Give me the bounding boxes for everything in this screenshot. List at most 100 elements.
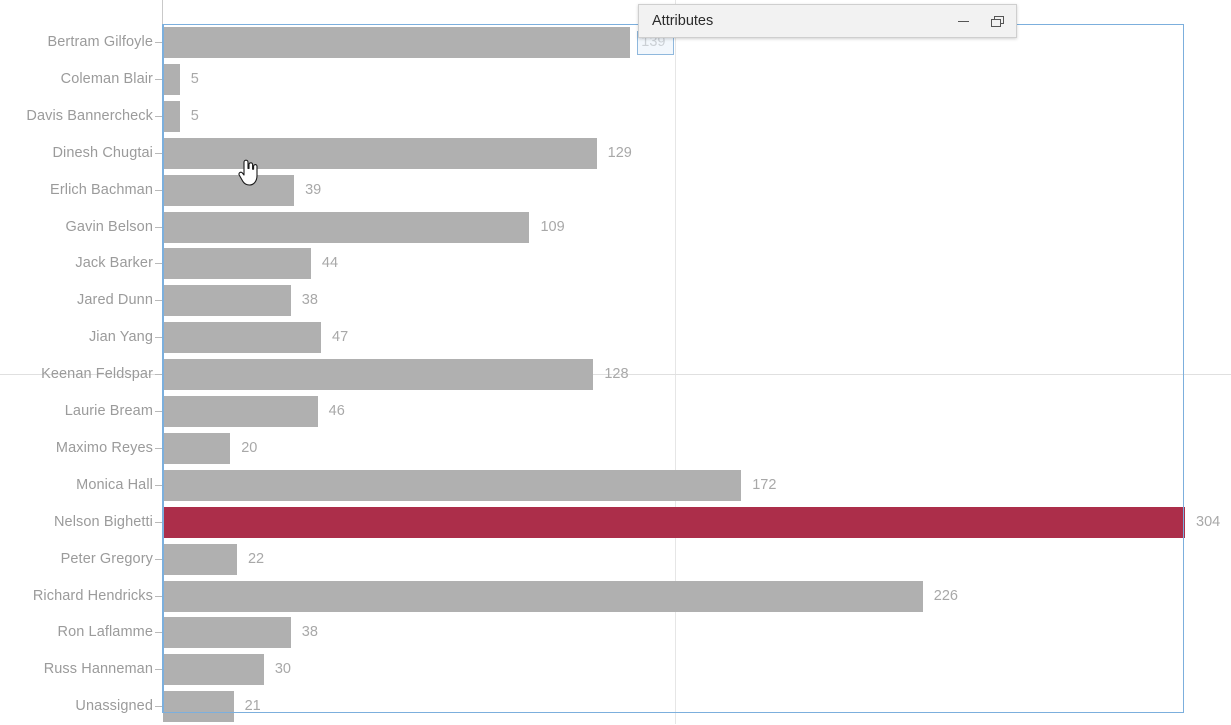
axis-tick	[155, 484, 162, 486]
restore-window-icon[interactable]	[986, 10, 1008, 32]
bar-value-label: 47	[332, 329, 349, 346]
axis-tick	[155, 374, 162, 376]
bar-value-label: 5	[190, 107, 199, 124]
axis-tick	[155, 521, 162, 523]
bar[interactable]	[163, 211, 530, 243]
bar-row[interactable]: Russ Hanneman 30	[0, 651, 1231, 688]
bar[interactable]	[163, 543, 237, 575]
bar-row[interactable]: Monica Hall 172	[0, 467, 1231, 504]
attributes-window-title: Attributes	[652, 13, 714, 29]
bar[interactable]	[163, 654, 264, 686]
axis-tick	[155, 632, 162, 634]
category-label: Unassigned	[75, 698, 153, 715]
category-label: Gavin Belson	[65, 218, 153, 235]
bar-row[interactable]: Bertram Gilfoyle139	[0, 24, 1231, 61]
bar[interactable]	[163, 322, 321, 354]
bar-row[interactable]: Richard Hendricks 226	[0, 578, 1231, 615]
bar-value-label: 46	[328, 403, 345, 419]
bar[interactable]	[163, 432, 231, 464]
bar-value-label: 20	[241, 439, 258, 456]
attributes-window[interactable]: Attributes	[638, 4, 1017, 38]
bar[interactable]	[163, 174, 295, 206]
window-controls[interactable]	[952, 5, 1008, 37]
axis-tick	[155, 78, 162, 80]
category-label: Bertram Gilfoyle	[47, 34, 153, 50]
category-label: Ron Laflamme	[57, 624, 153, 641]
category-label: Jian Yang	[88, 329, 153, 346]
category-label: Coleman Blair	[60, 70, 153, 87]
bar[interactable]	[163, 469, 742, 501]
axis-tick	[155, 595, 162, 597]
bar-row[interactable]: Erlich Bachman 39	[0, 172, 1231, 209]
axis-tick	[155, 558, 162, 560]
axis-tick	[155, 152, 162, 154]
bar-row[interactable]: Nelson Bighetti 304	[0, 504, 1231, 541]
category-label: Richard Hendricks	[32, 587, 153, 604]
category-label: Russ Hanneman	[43, 661, 153, 678]
bar-row[interactable]: Dinesh Chugtai 129	[0, 135, 1231, 172]
bar-value-label: 30	[274, 661, 291, 678]
category-label: Jared Dunn	[77, 292, 153, 309]
bar[interactable]	[163, 137, 597, 169]
category-label: Monica Hall	[76, 476, 153, 493]
bar[interactable]	[163, 63, 180, 95]
axis-tick	[155, 226, 162, 228]
bar[interactable]	[163, 285, 291, 317]
bar-value-label: 304	[1196, 513, 1221, 530]
bar-row[interactable]: Maximo Reyes 20	[0, 430, 1231, 467]
bar-value-label: 39	[305, 181, 322, 198]
bar-value-label: 129	[607, 144, 632, 161]
bar[interactable]	[163, 396, 318, 427]
axis-tick	[155, 300, 162, 302]
axis-tick	[155, 42, 162, 43]
minimize-glyph	[957, 20, 969, 22]
bar-row[interactable]: Unassigned 21	[0, 688, 1231, 725]
minimize-icon[interactable]	[952, 10, 974, 32]
bar-row[interactable]: Jared Dunn 38	[0, 282, 1231, 319]
bar-value-label: 44	[321, 255, 339, 272]
bar[interactable]	[163, 100, 180, 132]
axis-tick	[155, 447, 162, 449]
bar-row[interactable]: Jack Barker 44	[0, 245, 1231, 282]
bar-chart[interactable]: Bertram Gilfoyle139Coleman Blair5Davis B…	[0, 0, 1231, 724]
axis-tick	[155, 706, 162, 708]
bar[interactable]	[163, 580, 923, 612]
bar-value-label: 22	[247, 550, 265, 567]
axis-tick	[155, 263, 162, 265]
axis-tick	[155, 337, 162, 339]
bar-value-label: 21	[244, 698, 261, 715]
bar-value-label: 5	[190, 70, 199, 87]
bar[interactable]	[163, 27, 631, 58]
bar-value-label: 38	[301, 624, 318, 641]
axis-tick	[155, 411, 162, 412]
category-label: Jack Barker	[75, 255, 153, 272]
bar-highlighted[interactable]	[163, 506, 1185, 538]
bar[interactable]	[163, 248, 311, 280]
bar-value-label: 172	[752, 476, 777, 493]
axis-tick	[155, 189, 162, 191]
bar-row[interactable]: Peter Gregory 22	[0, 541, 1231, 578]
category-axis-spine	[162, 0, 163, 24]
category-label: Laurie Bream	[64, 403, 153, 419]
bar-row[interactable]: Gavin Belson 109	[0, 209, 1231, 246]
bar-row[interactable]: Coleman Blair 5	[0, 61, 1231, 98]
category-label: Davis Bannercheck	[26, 107, 153, 124]
bar-value-label: 226	[933, 587, 958, 604]
category-label: Dinesh Chugtai	[52, 144, 153, 161]
bar-row[interactable]: Jian Yang 47	[0, 319, 1231, 356]
bar-value-label: 109	[540, 218, 565, 235]
bar-value-label: 128	[604, 366, 629, 383]
bar-row[interactable]: Keenan Feldspar 128	[0, 356, 1231, 393]
bar[interactable]	[163, 617, 291, 649]
bar[interactable]	[163, 359, 594, 391]
bar-value-label: 38	[301, 292, 318, 309]
category-label: Nelson Bighetti	[53, 513, 153, 530]
bar-row[interactable]: Laurie Bream 46	[0, 393, 1231, 430]
axis-tick	[155, 669, 162, 671]
category-label: Peter Gregory	[60, 550, 153, 567]
axis-tick	[155, 115, 162, 117]
bar[interactable]	[163, 691, 234, 723]
bar-row[interactable]: Davis Bannercheck 5	[0, 98, 1231, 135]
category-label: Erlich Bachman	[50, 181, 153, 198]
bar-row[interactable]: Ron Laflamme 38	[0, 614, 1231, 651]
